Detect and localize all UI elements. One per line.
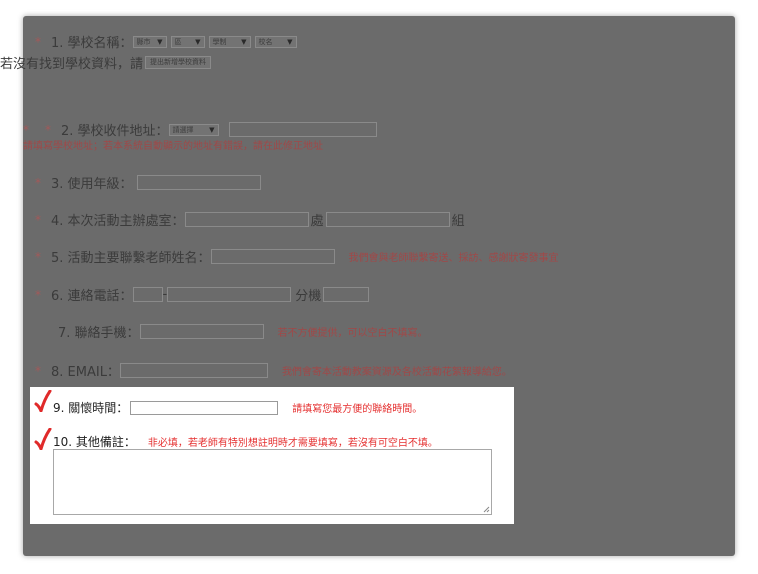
chevron-down-icon: ▼ [157,37,163,46]
group-unit-label: 組 [451,214,465,229]
grade-label: 3. 使用年級： [51,177,133,192]
teacher-name-label: 5. 活動主要聯繫老師姓名： [51,251,211,266]
address-input[interactable] [228,122,377,137]
host-office-row: * 4. 本次活動主辦處室： 處 組 [35,210,465,229]
school-name-label: 1. 學校名稱： [51,36,133,51]
teacher-name-input[interactable] [210,249,335,264]
grade-row: * 3. 使用年級： [35,173,261,192]
teacher-name-row: * 5. 活動主要聯繫老師姓名： 我們會與老師聯繫寄送、採訪、感謝狀寄發事宜 [35,247,559,266]
extension-label: 分機 [295,289,322,304]
address-hint-row: 請填寫學校地址；若本系統自動顯示的地址有錯誤，請在此修正地址 [23,137,323,152]
mobile-label: 7. 聯絡手機： [58,326,140,341]
email-hint: 我們會寄本活動教案資源及各校活動花絮報導給您。 [281,367,512,378]
city-select[interactable]: 縣市 ▼ [132,35,167,48]
resize-handle-icon[interactable] [483,506,490,513]
care-time-hint: 請填寫您最方便的聯絡時間。 [292,404,423,415]
chevron-down-icon: ▼ [209,125,215,134]
area-code-input[interactable] [132,287,163,302]
checkmark-icon [34,390,52,412]
school-name-row: * 1. 學校名稱： 縣市 ▼ 區 ▼ 學制 ▼ 校名 ▼ [35,32,301,51]
care-time-label: 9. 關懷時間： [53,401,129,415]
phone-label: 6. 連絡電話： [51,289,133,304]
office-unit-label: 處 [310,214,324,229]
email-row: * 8. EMAIL： 我們會寄本活動教案資源及各校活動花絮報導給您。 [35,361,512,380]
remarks-textarea[interactable] [53,449,492,515]
email-label: 8. EMAIL： [51,365,120,380]
required-mark: * [35,249,41,264]
chevron-down-icon: ▼ [195,37,201,46]
required-mark: * [23,122,29,137]
chevron-down-icon: ▼ [241,37,247,46]
remarks-row: 10. 其他備註： 非必填，若老師有特別想註明時才需要填寫，若沒有可空白不填。 [53,433,438,450]
email-input[interactable] [119,363,268,378]
extension-input[interactable] [323,287,370,302]
grade-input[interactable] [136,175,261,190]
care-time-input[interactable] [130,400,279,415]
mobile-row: 7. 聯絡手機： 若不方便提供，可以空白不填寫。 [58,322,428,341]
remarks-label: 10. 其他備註： [53,435,136,449]
phone-number-input[interactable] [167,287,292,302]
checkmark-icon [34,428,52,450]
required-mark: * [35,175,41,190]
address-hint: 請填寫學校地址；若本系統自動顯示的地址有錯誤，請在此修正地址 [23,141,323,152]
office-input[interactable] [184,212,309,227]
required-mark: * [35,287,41,302]
remarks-hint: 非必填，若老師有特別想註明時才需要填寫，若沒有可空白不填。 [147,438,438,449]
group-input[interactable] [325,212,450,227]
school-select[interactable]: 校名 ▼ [254,35,297,48]
required-mark: * [35,212,41,227]
mobile-input[interactable] [139,324,264,339]
required-mark: * [35,34,41,49]
propose-school-button[interactable]: 提出新增學校資料 [145,56,212,69]
teacher-name-hint: 我們會與老師聯繫寄送、採訪、感謝狀寄發事宜 [348,253,559,264]
school-not-found-text: 若沒有找到學校資料，請 [0,57,144,72]
address-city-select[interactable]: 請選擇 ▼ [168,123,219,136]
care-time-row: 9. 關懷時間： 請填寫您最方便的聯絡時間。 [53,399,422,416]
required-mark: * [45,122,51,137]
school-not-found-row: 若沒有找到學校資料，請 提出新增學校資料 [0,53,212,72]
mobile-hint: 若不方便提供，可以空白不填寫。 [277,328,428,339]
chevron-down-icon: ▼ [287,37,293,46]
required-mark: * [35,363,41,378]
phone-row: * 6. 連絡電話： - 分機 [35,285,370,304]
school-type-select[interactable]: 學制 ▼ [208,35,251,48]
highlighted-section: 9. 關懷時間： 請填寫您最方便的聯絡時間。 10. 其他備註： 非必填，若老師… [30,387,514,524]
host-office-label: 4. 本次活動主辦處室： [51,214,185,229]
district-select[interactable]: 區 ▼ [170,35,205,48]
